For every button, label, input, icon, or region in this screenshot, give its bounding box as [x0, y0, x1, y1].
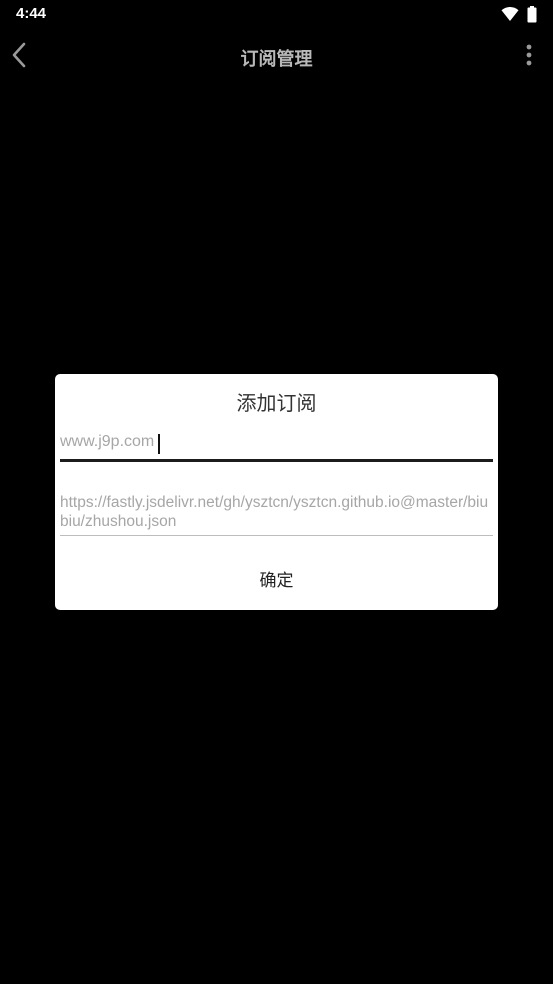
- status-time: 4:44: [16, 5, 47, 22]
- status-icons: [501, 5, 537, 23]
- add-subscription-dialog: 添加订阅 确定: [55, 374, 498, 610]
- text-cursor: [158, 434, 160, 454]
- url-input[interactable]: [60, 493, 493, 533]
- battery-icon: [527, 5, 537, 23]
- name-input[interactable]: [60, 433, 493, 451]
- status-bar: 4:44: [0, 0, 553, 30]
- name-field-container: [60, 429, 493, 462]
- dialog-title: 添加订阅: [236, 391, 317, 415]
- page-title: 订阅管理: [240, 49, 313, 70]
- more-vertical-icon: [526, 44, 532, 70]
- app-bar: 订阅管理: [0, 30, 553, 84]
- confirm-button[interactable]: 确定: [55, 560, 498, 596]
- more-options-button[interactable]: [523, 44, 535, 70]
- url-field-container: [60, 492, 493, 536]
- wifi-icon: [501, 6, 519, 22]
